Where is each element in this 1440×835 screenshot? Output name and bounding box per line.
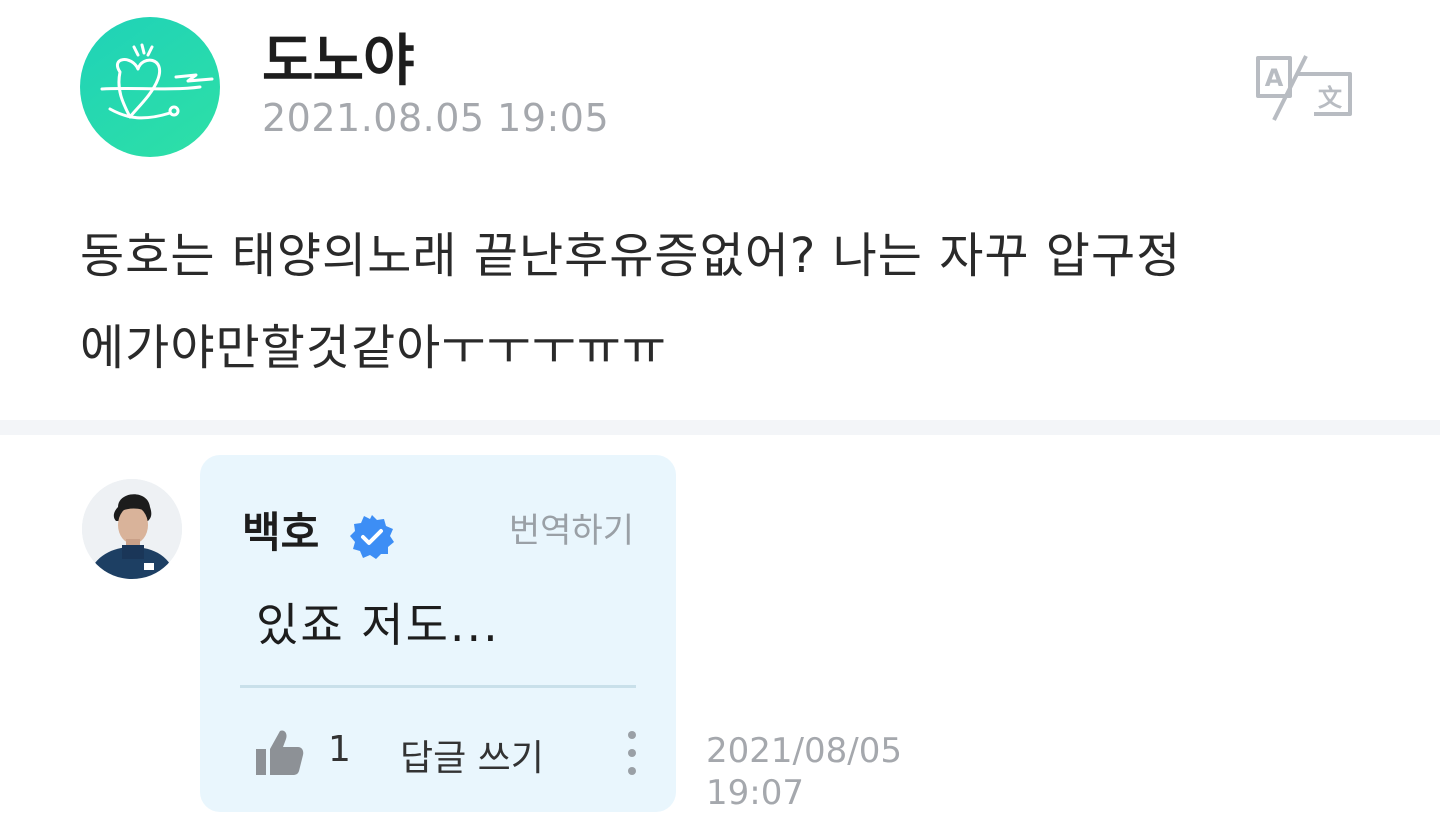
like-count: 1 (328, 729, 351, 770)
thumbs-up-icon (256, 730, 304, 775)
write-reply-button[interactable]: 답글 쓰기 (400, 729, 544, 781)
reply-author-avatar[interactable] (82, 479, 182, 579)
post-body-line: 동호는 태양의노래 끝난후유증없어? 나는 자꾸 압구정 (80, 228, 1182, 284)
reply-author-name[interactable]: 백호 (242, 499, 319, 560)
post-body: 동호는 태양의노래 끝난후유증없어? 나는 자꾸 압구정 에가야만할것같아ㅜㅜㅜ… (80, 210, 1380, 394)
like-button[interactable] (252, 725, 308, 781)
reply-text: 있죠 저도... (256, 598, 500, 652)
more-options-button[interactable] (620, 725, 644, 781)
post: 도노야 2021.08.05 19:05 A 文 동호는 태양의노래 끝난후유증… (0, 0, 1440, 420)
signature-logo-icon (100, 43, 214, 120)
more-vertical-icon (628, 731, 636, 775)
svg-text:文: 文 (1318, 84, 1343, 112)
reply-date: 2021/08/05 (706, 731, 902, 771)
section-divider (0, 420, 1440, 435)
reply-timestamp: 2021/08/05 19:07 (706, 730, 902, 814)
translate-button[interactable]: A 文 (1254, 52, 1354, 124)
translate-icon: A 文 (1256, 55, 1352, 121)
profile-photo (82, 479, 182, 579)
reply-time: 19:07 (706, 773, 804, 813)
reply-bubble: 백호 번역하기 있죠 저도... 1 답글 쓰기 (200, 455, 676, 812)
post-timestamp: 2021.08.05 19:05 (262, 96, 610, 140)
verified-badge-icon (348, 513, 396, 561)
svg-text:A: A (1265, 64, 1284, 92)
author-name[interactable]: 도노야 (262, 16, 415, 97)
reply-translate-link[interactable]: 번역하기 (509, 503, 634, 552)
author-avatar[interactable] (80, 17, 220, 157)
reply-separator (240, 685, 636, 688)
post-body-line: 에가야만할것같아ㅜㅜㅜㅠㅠ (80, 320, 668, 376)
